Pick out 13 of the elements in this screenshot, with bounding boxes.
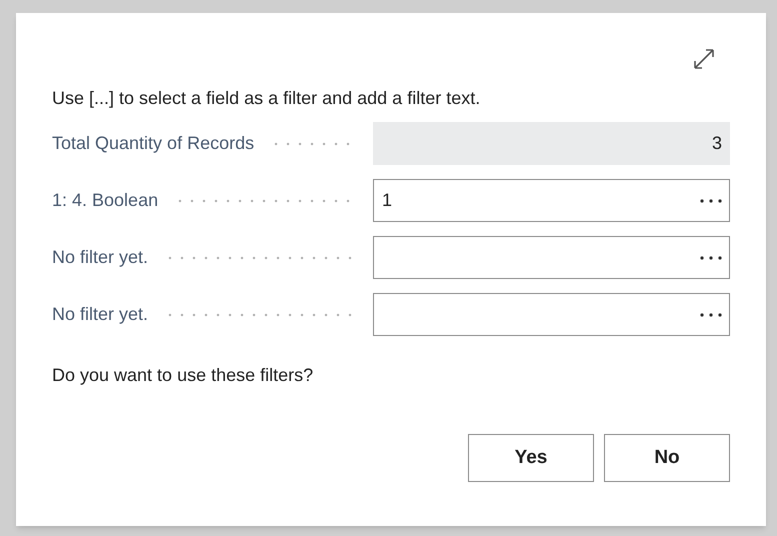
no-button[interactable]: No <box>604 434 730 482</box>
filter-field[interactable]: 1 <box>373 179 730 222</box>
question-text: Do you want to use these filters? <box>52 364 314 387</box>
field-label: Total Quantity of Records <box>52 132 254 155</box>
yes-button[interactable]: Yes <box>468 434 594 482</box>
instruction-text: Use [...] to select a field as a filter and add a filter text. <box>52 87 482 110</box>
readonly-field: 3 <box>373 122 730 165</box>
field-label: No filter yet. <box>52 246 148 269</box>
field-label: No filter yet. <box>52 303 148 326</box>
expand-icon[interactable] <box>692 47 716 71</box>
filter-field[interactable] <box>373 236 730 279</box>
filter-field[interactable] <box>373 293 730 336</box>
field-label: 1: 4. Boolean <box>52 189 158 212</box>
